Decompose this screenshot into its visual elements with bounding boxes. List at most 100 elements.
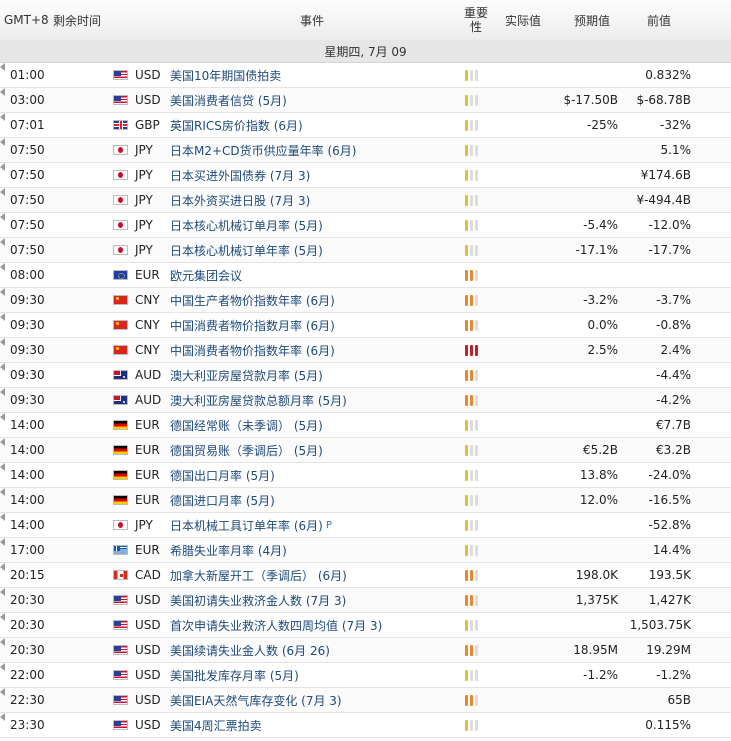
expand-arrow-icon[interactable] [0,113,5,121]
event-name-link[interactable]: 日本外资买进日股 (7月 3) [170,188,310,212]
table-row[interactable]: 22:00 USD 美国批发库存月率 (5月) -1.2% -1.2% [0,663,731,688]
expand-arrow-icon[interactable] [0,538,5,546]
header-timezone[interactable]: GMT+8 [4,0,49,40]
table-row[interactable]: 09:30 AUD 澳大利亚房屋贷款总额月率 (5月) -4.2% [0,388,731,413]
event-name-link[interactable]: 日本机械工具订单年率 (6月) P [170,513,332,537]
table-row[interactable]: 08:00 EUR 欧元集团会议 [0,263,731,288]
expand-arrow-icon[interactable] [0,313,5,321]
event-name: 澳大利亚房屋贷款总额月率 (5月) [170,393,347,408]
table-row[interactable]: 14:00 EUR 德国进口月率 (5月) 12.0% -16.5% [0,488,731,513]
actual-value [505,238,555,262]
importance-bar-icon [470,169,473,181]
table-row[interactable]: 07:01 GBP 英国RICS房价指数 (6月) -25% -32% [0,113,731,138]
event-name-link[interactable]: 英国RICS房价指数 (6月) [170,113,303,137]
flag-jp-icon [113,520,128,530]
expand-arrow-icon[interactable] [0,513,5,521]
event-time: 03:00 [10,93,45,107]
event-name-link[interactable]: 日本买进外国债券 (7月 3) [170,163,310,187]
currency-code: USD [135,668,161,682]
table-row[interactable]: 07:50 JPY 日本核心机械订单月率 (5月) -5.4% -12.0% [0,213,731,238]
expand-arrow-icon[interactable] [0,238,5,246]
table-row[interactable]: 07:50 JPY 日本M2+CD货币供应量年率 (6月) 5.1% [0,138,731,163]
event-name-link[interactable]: 美国初请失业救济金人数 (7月 3) [170,588,346,612]
table-row[interactable]: 09:30 CNY 中国生产者物价指数年率 (6月) -3.2% -3.7% [0,288,731,313]
table-row[interactable]: 07:50 JPY 日本核心机械订单年率 (5月) -17.1% -17.7% [0,238,731,263]
expand-arrow-icon[interactable] [0,638,5,646]
table-row[interactable]: 09:30 CNY 中国消费者物价指数年率 (6月) 2.5% 2.4% [0,338,731,363]
event-name-link[interactable]: 希腊失业率月率 (4月) [170,538,287,562]
event-name-link[interactable]: 美国EIA天然气库存变化 (7月 3) [170,688,342,712]
table-row[interactable]: 14:00 EUR 德国贸易账（季调后） (5月) €5.2B €3.2B [0,438,731,463]
expand-arrow-icon[interactable] [0,563,5,571]
expand-arrow-icon[interactable] [0,338,5,346]
event-name-link[interactable]: 美国续请失业金人数 (6月 26) [170,638,330,662]
event-name-link[interactable]: 澳大利亚房屋贷款总额月率 (5月) [170,388,347,412]
expand-arrow-icon[interactable] [0,613,5,621]
table-row[interactable]: 09:30 AUD 澳大利亚房屋贷款月率 (5月) -4.4% [0,363,731,388]
expand-arrow-icon[interactable] [0,388,5,396]
table-row[interactable]: 20:15 CAD 加拿大新屋开工（季调后） (6月) 198.0K 193.5K [0,563,731,588]
importance-bar-icon [475,369,478,381]
event-name-link[interactable]: 德国出口月率 (5月) [170,463,275,487]
flag-de-icon [113,470,128,480]
event-name-link[interactable]: 美国消费者信贷 (5月) [170,88,287,112]
importance-bar-icon [470,94,473,106]
event-name-link[interactable]: 美国批发库存月率 (5月) [170,663,299,687]
event-name-link[interactable]: 中国生产者物价指数年率 (6月) [170,288,335,312]
table-row[interactable]: 20:30 USD 首次申请失业救济人数四周均值 (7月 3) 1,503.75K [0,613,731,638]
expand-arrow-icon[interactable] [0,263,5,271]
previous-value: €3.2B [656,443,691,457]
expand-arrow-icon[interactable] [0,88,5,96]
expand-arrow-icon[interactable] [0,688,5,696]
event-name-link[interactable]: 日本M2+CD货币供应量年率 (6月) [170,138,356,162]
importance-bar-icon [475,494,478,506]
event-name-link[interactable]: 中国消费者物价指数年率 (6月) [170,338,335,362]
event-name-link[interactable]: 日本核心机械订单月率 (5月) [170,213,323,237]
table-row[interactable]: 14:00 EUR 德国出口月率 (5月) 13.8% -24.0% [0,463,731,488]
expand-arrow-icon[interactable] [0,713,5,721]
expand-arrow-icon[interactable] [0,288,5,296]
table-row[interactable]: 20:30 USD 美国续请失业金人数 (6月 26) 18.95M 19.29M [0,638,731,663]
table-row[interactable]: 20:30 USD 美国初请失业救济金人数 (7月 3) 1,375K 1,427K [0,588,731,613]
expand-arrow-icon[interactable] [0,438,5,446]
expand-arrow-icon[interactable] [0,488,5,496]
event-name-link[interactable]: 澳大利亚房屋贷款月率 (5月) [170,363,323,387]
table-row[interactable]: 22:30 USD 美国EIA天然气库存变化 (7月 3) 65B [0,688,731,713]
event-name-link[interactable]: 中国消费者物价指数月率 (6月) [170,313,335,337]
event-time: 14:00 [10,468,45,482]
expand-arrow-icon[interactable] [0,413,5,421]
table-row[interactable]: 01:00 USD 美国10年期国债拍卖 0.832% [0,63,731,88]
table-row[interactable]: 23:30 USD 美国4周汇票拍卖 0.115% [0,713,731,738]
expand-arrow-icon[interactable] [0,213,5,221]
expand-arrow-icon[interactable] [0,63,5,71]
event-name-link[interactable]: 美国4周汇票拍卖 [170,713,262,737]
importance-indicator [465,413,478,437]
event-name-link[interactable]: 欧元集团会议 [170,263,242,287]
expand-arrow-icon[interactable] [0,138,5,146]
expand-arrow-icon[interactable] [0,588,5,596]
importance-indicator [465,288,478,312]
event-name-link[interactable]: 加拿大新屋开工（季调后） (6月) [170,563,347,587]
table-row[interactable]: 07:50 JPY 日本买进外国债券 (7月 3) ¥174.6B [0,163,731,188]
table-row[interactable]: 09:30 CNY 中国消费者物价指数月率 (6月) 0.0% -0.8% [0,313,731,338]
table-row[interactable]: 03:00 USD 美国消费者信贷 (5月) $-17.50B $-68.78B [0,88,731,113]
event-name-link[interactable]: 美国10年期国债拍卖 [170,63,281,87]
event-time: 07:50 [10,218,45,232]
expand-arrow-icon[interactable] [0,188,5,196]
table-row[interactable]: 17:00 EUR 希腊失业率月率 (4月) 14.4% [0,538,731,563]
table-row[interactable]: 14:00 EUR 德国经常账（未季调） (5月) €7.7B [0,413,731,438]
expand-arrow-icon[interactable] [0,163,5,171]
currency-code: JPY [135,193,153,207]
event-name-link[interactable]: 首次申请失业救济人数四周均值 (7月 3) [170,613,382,637]
event-name-link[interactable]: 德国贸易账（季调后） (5月) [170,438,323,462]
expand-arrow-icon[interactable] [0,663,5,671]
table-row[interactable]: 07:50 JPY 日本外资买进日股 (7月 3) ¥-494.4B [0,188,731,213]
event-name-link[interactable]: 德国进口月率 (5月) [170,488,275,512]
event-name-link[interactable]: 日本核心机械订单年率 (5月) [170,238,323,262]
expand-arrow-icon[interactable] [0,363,5,371]
table-row[interactable]: 14:00 JPY 日本机械工具订单年率 (6月) P -52.8% [0,513,731,538]
event-time: 14:00 [10,418,45,432]
event-name-link[interactable]: 德国经常账（未季调） (5月) [170,413,323,437]
importance-indicator [465,613,478,637]
expand-arrow-icon[interactable] [0,463,5,471]
